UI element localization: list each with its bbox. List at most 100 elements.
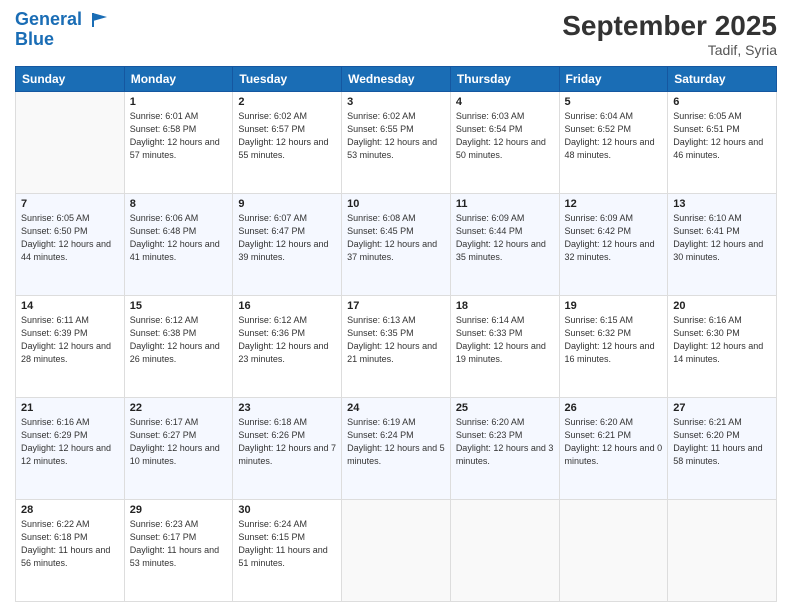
calendar-cell: 27Sunrise: 6:21 AMSunset: 6:20 PMDayligh…	[668, 398, 777, 500]
day-number: 8	[130, 198, 228, 210]
day-number: 26	[565, 402, 663, 414]
cell-info: Sunrise: 6:05 AMSunset: 6:50 PMDaylight:…	[21, 212, 119, 264]
day-number: 7	[21, 198, 119, 210]
calendar-cell: 19 Sunrise: 6:15 AMSunset: 6:32 PMDayligh…	[559, 296, 668, 398]
cell-info: Sunrise: 6:19 AMSunset: 6:24 PMDaylight:…	[347, 416, 445, 468]
month-title: September 2025	[562, 10, 777, 42]
day-number: 24	[347, 402, 445, 414]
calendar-cell: 4Sunrise: 6:03 AMSunset: 6:54 PMDaylight…	[450, 92, 559, 194]
cell-info: Sunrise: 6:14 AMSunset: 6:33 PMDaylight:…	[456, 314, 554, 366]
day-number: 21	[21, 402, 119, 414]
cell-info: Sunrise: 6:16 AMSunset: 6:30 PMDaylight:…	[673, 314, 771, 366]
weekday-header-monday: Monday	[124, 67, 233, 92]
cell-info: Sunrise: 6:18 AMSunset: 6:26 PMDaylight:…	[238, 416, 336, 468]
cell-info: Sunrise: 6:06 AMSunset: 6:48 PMDaylight:…	[130, 212, 228, 264]
calendar-cell: 26 Sunrise: 6:20 AMSunset: 6:21 PMDayligh…	[559, 398, 668, 500]
calendar-cell: 28 Sunrise: 6:22 AMSunset: 6:18 PMDayligh…	[16, 500, 125, 602]
day-number: 20	[673, 300, 771, 312]
logo-text: General	[15, 10, 111, 30]
location: Tadif, Syria	[562, 42, 777, 58]
day-number: 11	[456, 198, 554, 210]
calendar-cell: 21 Sunrise: 6:16 AMSunset: 6:29 PMDayligh…	[16, 398, 125, 500]
logo-general: General	[15, 9, 82, 29]
cell-info: Sunrise: 6:09 AMSunset: 6:42 PMDaylight:…	[565, 212, 663, 264]
cell-info: Sunrise: 6:15 AMSunset: 6:32 PMDaylight:…	[565, 314, 663, 366]
day-number: 17	[347, 300, 445, 312]
cell-info: Sunrise: 6:13 AMSunset: 6:35 PMDaylight:…	[347, 314, 445, 366]
cell-info: Sunrise: 6:12 AMSunset: 6:36 PMDaylight:…	[238, 314, 336, 366]
calendar-cell: 29Sunrise: 6:23 AMSunset: 6:17 PMDayligh…	[124, 500, 233, 602]
calendar-cell	[16, 92, 125, 194]
cell-info: Sunrise: 6:07 AMSunset: 6:47 PMDaylight:…	[238, 212, 336, 264]
calendar-cell: 24 Sunrise: 6:19 AMSunset: 6:24 PMDayligh…	[342, 398, 451, 500]
calendar-cell: 1 Sunrise: 6:01 AMSunset: 6:58 PMDaylight…	[124, 92, 233, 194]
day-number: 25	[456, 402, 554, 414]
title-block: September 2025 Tadif, Syria	[562, 10, 777, 58]
weekday-header-friday: Friday	[559, 67, 668, 92]
weekday-header-thursday: Thursday	[450, 67, 559, 92]
calendar-cell: 12Sunrise: 6:09 AMSunset: 6:42 PMDayligh…	[559, 194, 668, 296]
calendar-cell: 11 Sunrise: 6:09 AMSunset: 6:44 PMDayligh…	[450, 194, 559, 296]
logo-flag-icon	[89, 11, 111, 29]
weekday-header-sunday: Sunday	[16, 67, 125, 92]
calendar-week-1: 1 Sunrise: 6:01 AMSunset: 6:58 PMDaylight…	[16, 92, 777, 194]
calendar-week-4: 21 Sunrise: 6:16 AMSunset: 6:29 PMDayligh…	[16, 398, 777, 500]
cell-info: Sunrise: 6:20 AMSunset: 6:21 PMDaylight:…	[565, 416, 663, 468]
cell-info: Sunrise: 6:02 AMSunset: 6:55 PMDaylight:…	[347, 110, 445, 162]
day-number: 9	[238, 198, 336, 210]
day-number: 5	[565, 96, 663, 108]
cell-info: Sunrise: 6:22 AMSunset: 6:18 PMDaylight:…	[21, 518, 119, 570]
calendar-cell: 30 Sunrise: 6:24 AMSunset: 6:15 PMDayligh…	[233, 500, 342, 602]
cell-info: Sunrise: 6:11 AMSunset: 6:39 PMDaylight:…	[21, 314, 119, 366]
cell-info: Sunrise: 6:21 AMSunset: 6:20 PMDaylight:…	[673, 416, 771, 468]
calendar-week-3: 14Sunrise: 6:11 AMSunset: 6:39 PMDayligh…	[16, 296, 777, 398]
cell-info: Sunrise: 6:09 AMSunset: 6:44 PMDaylight:…	[456, 212, 554, 264]
cell-info: Sunrise: 6:24 AMSunset: 6:15 PMDaylight:…	[238, 518, 336, 570]
weekday-header-wednesday: Wednesday	[342, 67, 451, 92]
day-number: 2	[238, 96, 336, 108]
calendar-cell: 8 Sunrise: 6:06 AMSunset: 6:48 PMDaylight…	[124, 194, 233, 296]
day-number: 13	[673, 198, 771, 210]
day-number: 1	[130, 96, 228, 108]
day-number: 30	[238, 504, 336, 516]
calendar-cell: 16Sunrise: 6:12 AMSunset: 6:36 PMDayligh…	[233, 296, 342, 398]
calendar-cell: 18Sunrise: 6:14 AMSunset: 6:33 PMDayligh…	[450, 296, 559, 398]
calendar-week-5: 28 Sunrise: 6:22 AMSunset: 6:18 PMDayligh…	[16, 500, 777, 602]
calendar-cell	[668, 500, 777, 602]
calendar-cell: 15Sunrise: 6:12 AMSunset: 6:38 PMDayligh…	[124, 296, 233, 398]
day-number: 15	[130, 300, 228, 312]
calendar-cell: 14Sunrise: 6:11 AMSunset: 6:39 PMDayligh…	[16, 296, 125, 398]
calendar-cell	[450, 500, 559, 602]
cell-info: Sunrise: 6:04 AMSunset: 6:52 PMDaylight:…	[565, 110, 663, 162]
calendar-cell: 6 Sunrise: 6:05 AMSunset: 6:51 PMDaylight…	[668, 92, 777, 194]
cell-info: Sunrise: 6:20 AMSunset: 6:23 PMDaylight:…	[456, 416, 554, 468]
weekday-header-row: SundayMondayTuesdayWednesdayThursdayFrid…	[16, 67, 777, 92]
day-number: 19	[565, 300, 663, 312]
day-number: 22	[130, 402, 228, 414]
calendar-cell	[342, 500, 451, 602]
calendar-cell: 20 Sunrise: 6:16 AMSunset: 6:30 PMDayligh…	[668, 296, 777, 398]
cell-info: Sunrise: 6:10 AMSunset: 6:41 PMDaylight:…	[673, 212, 771, 264]
logo-blue: Blue	[15, 30, 111, 50]
calendar-cell: 3 Sunrise: 6:02 AMSunset: 6:55 PMDaylight…	[342, 92, 451, 194]
day-number: 4	[456, 96, 554, 108]
calendar-cell: 7 Sunrise: 6:05 AMSunset: 6:50 PMDaylight…	[16, 194, 125, 296]
logo: General Blue	[15, 10, 111, 50]
day-number: 6	[673, 96, 771, 108]
calendar-cell: 10Sunrise: 6:08 AMSunset: 6:45 PMDayligh…	[342, 194, 451, 296]
calendar-cell	[559, 500, 668, 602]
header: General Blue September 2025 Tadif, Syria	[15, 10, 777, 58]
calendar-cell: 13 Sunrise: 6:10 AMSunset: 6:41 PMDayligh…	[668, 194, 777, 296]
cell-info: Sunrise: 6:05 AMSunset: 6:51 PMDaylight:…	[673, 110, 771, 162]
calendar-cell: 17 Sunrise: 6:13 AMSunset: 6:35 PMDayligh…	[342, 296, 451, 398]
calendar-week-2: 7 Sunrise: 6:05 AMSunset: 6:50 PMDaylight…	[16, 194, 777, 296]
day-number: 3	[347, 96, 445, 108]
day-number: 28	[21, 504, 119, 516]
calendar-table: SundayMondayTuesdayWednesdayThursdayFrid…	[15, 66, 777, 602]
weekday-header-tuesday: Tuesday	[233, 67, 342, 92]
cell-info: Sunrise: 6:16 AMSunset: 6:29 PMDaylight:…	[21, 416, 119, 468]
calendar-cell: 5 Sunrise: 6:04 AMSunset: 6:52 PMDaylight…	[559, 92, 668, 194]
cell-info: Sunrise: 6:17 AMSunset: 6:27 PMDaylight:…	[130, 416, 228, 468]
cell-info: Sunrise: 6:02 AMSunset: 6:57 PMDaylight:…	[238, 110, 336, 162]
cell-info: Sunrise: 6:01 AMSunset: 6:58 PMDaylight:…	[130, 110, 228, 162]
